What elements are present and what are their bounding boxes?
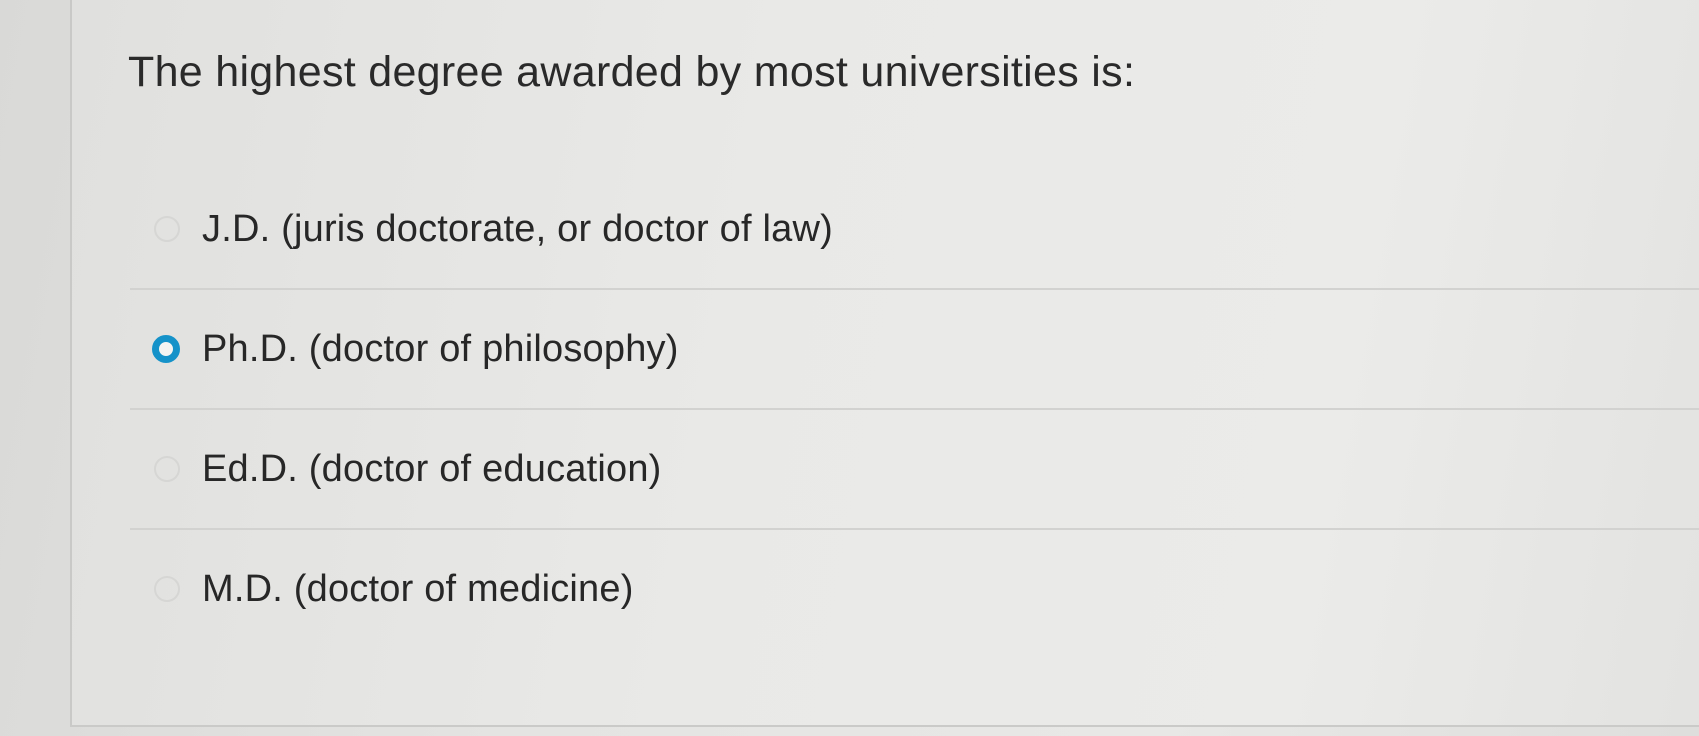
radio-checked-icon[interactable]: [152, 335, 180, 363]
answer-label: Ed.D. (doctor of education): [202, 447, 662, 490]
answer-label: M.D. (doctor of medicine): [202, 567, 634, 610]
radio-empty-icon[interactable]: [154, 456, 180, 482]
answer-label: J.D. (juris doctorate, or doctor of law): [202, 207, 833, 250]
screen-background: The highest degree awarded by most unive…: [0, 0, 1699, 736]
answer-option-phd[interactable]: Ph.D. (doctor of philosophy): [130, 290, 1699, 408]
radio-empty-icon[interactable]: [154, 216, 180, 242]
question-text: The highest degree awarded by most unive…: [128, 48, 1136, 96]
answer-option-edd[interactable]: Ed.D. (doctor of education): [130, 410, 1699, 528]
radio-empty-icon[interactable]: [154, 576, 180, 602]
answer-label: Ph.D. (doctor of philosophy): [202, 327, 679, 370]
answer-option-jd[interactable]: J.D. (juris doctorate, or doctor of law): [130, 170, 1699, 288]
answer-option-md[interactable]: M.D. (doctor of medicine): [130, 530, 1699, 648]
answer-options: J.D. (juris doctorate, or doctor of law)…: [130, 170, 1699, 648]
